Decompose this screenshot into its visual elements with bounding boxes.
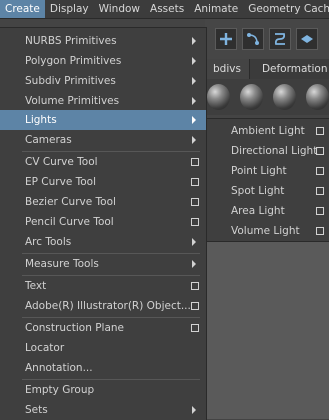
menu-item-label: Construction Plane [25, 322, 124, 334]
curve-shelf-icon[interactable] [242, 28, 264, 50]
spiral-shelf-icon[interactable] [269, 28, 291, 50]
submenu-item-label: Ambient Light [231, 125, 305, 137]
menu-animate[interactable]: Animate [189, 0, 243, 18]
menu-item-text[interactable]: Text [0, 276, 206, 296]
option-box-icon[interactable] [191, 158, 199, 166]
tab-deformation[interactable]: Deformation [249, 59, 329, 79]
menu-item-label: Measure Tools [25, 258, 99, 270]
option-box-icon[interactable] [191, 218, 199, 226]
material-sphere-icon[interactable] [306, 84, 329, 110]
menu-display[interactable]: Display [45, 0, 94, 18]
submenu-arrow-icon [192, 37, 196, 45]
viewport-panel[interactable] [205, 240, 329, 419]
menu-item-construction-plane[interactable]: Construction Plane [0, 318, 206, 338]
cube-shelf-icon[interactable] [296, 28, 318, 50]
tab-subdivs[interactable]: bdivs [205, 59, 250, 79]
menu-item-volume-primitives[interactable]: Volume Primitives [0, 91, 206, 111]
menu-geometry-cache[interactable]: Geometry Cach [243, 0, 329, 18]
material-sphere-icon[interactable] [207, 84, 230, 110]
menu-item-empty-group[interactable]: Empty Group [0, 380, 206, 400]
menu-item-ep-curve-tool[interactable]: EP Curve Tool [0, 172, 206, 192]
menu-item-lights[interactable]: Lights [0, 110, 206, 130]
option-box-icon[interactable] [316, 187, 324, 195]
menu-item-label: Bezier Curve Tool [25, 196, 116, 208]
menu-item-label: Arc Tools [25, 236, 72, 248]
tool-shelf [205, 19, 329, 59]
plus-shelf-icon[interactable] [215, 28, 237, 50]
submenu-item-directional-light[interactable]: Directional Light [207, 141, 329, 161]
menu-window[interactable]: Window [94, 0, 145, 18]
option-box-icon[interactable] [191, 282, 199, 290]
option-box-icon[interactable] [191, 198, 199, 206]
menu-item-label: Cameras [25, 134, 72, 146]
option-box-icon[interactable] [316, 127, 324, 135]
menu-item-label: Lights [25, 114, 57, 126]
menu-item-nurbs-primitives[interactable]: NURBS Primitives [0, 31, 206, 51]
submenu-arrow-icon [192, 57, 196, 65]
menu-item-label: Polygon Primitives [25, 55, 122, 67]
menu-create[interactable]: Create [0, 0, 45, 18]
lights-submenu: Ambient Light Directional Light Point Li… [206, 118, 329, 242]
menu-item-arc-tools[interactable]: Arc Tools [0, 232, 206, 252]
submenu-arrow-icon [192, 238, 196, 246]
menu-item-sets[interactable]: Sets [0, 400, 206, 420]
menu-item-label: Volume Primitives [25, 95, 120, 107]
submenu-arrow-icon [192, 116, 196, 124]
menu-item-polygon-primitives[interactable]: Polygon Primitives [0, 51, 206, 71]
menu-item-cameras[interactable]: Cameras [0, 130, 206, 150]
submenu-item-label: Spot Light [231, 185, 285, 197]
menu-item-label: Adobe(R) Illustrator(R) Object... [25, 300, 191, 312]
submenu-arrow-icon [192, 260, 196, 268]
submenu-item-label: Volume Light [231, 225, 300, 237]
material-swatch-row [205, 79, 329, 115]
submenu-item-ambient-light[interactable]: Ambient Light [207, 121, 329, 141]
option-box-icon[interactable] [316, 207, 324, 215]
submenu-item-area-light[interactable]: Area Light [207, 201, 329, 221]
main-menubar: Create Display Window Assets Animate Geo… [0, 0, 329, 19]
option-box-icon[interactable] [191, 302, 199, 310]
submenu-item-label: Point Light [231, 165, 287, 177]
menu-item-label: CV Curve Tool [25, 156, 98, 168]
submenu-arrow-icon [192, 136, 196, 144]
submenu-arrow-icon [192, 77, 196, 85]
menu-item-annotation[interactable]: Annotation... [0, 358, 206, 378]
menu-item-pencil-curve-tool[interactable]: Pencil Curve Tool [0, 212, 206, 232]
menu-item-bezier-curve-tool[interactable]: Bezier Curve Tool [0, 192, 206, 212]
material-sphere-icon[interactable] [273, 84, 296, 110]
menu-item-label: Empty Group [25, 384, 95, 396]
menu-item-label: EP Curve Tool [25, 176, 97, 188]
menu-item-locator[interactable]: Locator [0, 338, 206, 358]
material-sphere-icon[interactable] [240, 84, 263, 110]
option-box-icon[interactable] [191, 178, 199, 186]
submenu-arrow-icon [192, 406, 196, 414]
menu-item-label: Subdiv Primitives [25, 75, 116, 87]
submenu-item-label: Directional Light [231, 145, 318, 157]
submenu-item-label: Area Light [231, 205, 285, 217]
submenu-item-spot-light[interactable]: Spot Light [207, 181, 329, 201]
menu-item-label: Sets [25, 404, 48, 416]
option-box-icon[interactable] [191, 324, 199, 332]
create-menu: NURBS Primitives Polygon Primitives Subd… [0, 27, 207, 420]
option-box-icon[interactable] [316, 167, 324, 175]
menu-assets[interactable]: Assets [145, 0, 189, 18]
menu-item-label: Locator [25, 342, 65, 354]
menu-item-subdiv-primitives[interactable]: Subdiv Primitives [0, 71, 206, 91]
menu-item-cv-curve-tool[interactable]: CV Curve Tool [0, 152, 206, 172]
menu-item-label: Text [25, 280, 47, 292]
shelf-tabs: bdivs Deformation [205, 59, 329, 79]
menu-item-label: Annotation... [25, 362, 93, 374]
option-box-icon[interactable] [316, 227, 324, 235]
submenu-item-point-light[interactable]: Point Light [207, 161, 329, 181]
menu-item-adobe-illustrator-object[interactable]: Adobe(R) Illustrator(R) Object... [0, 296, 206, 316]
menu-item-label: Pencil Curve Tool [25, 216, 114, 228]
submenu-item-volume-light[interactable]: Volume Light [207, 221, 329, 241]
menu-item-label: NURBS Primitives [25, 35, 117, 47]
option-box-icon[interactable] [316, 147, 324, 155]
menu-item-measure-tools[interactable]: Measure Tools [0, 254, 206, 274]
submenu-arrow-icon [192, 97, 196, 105]
